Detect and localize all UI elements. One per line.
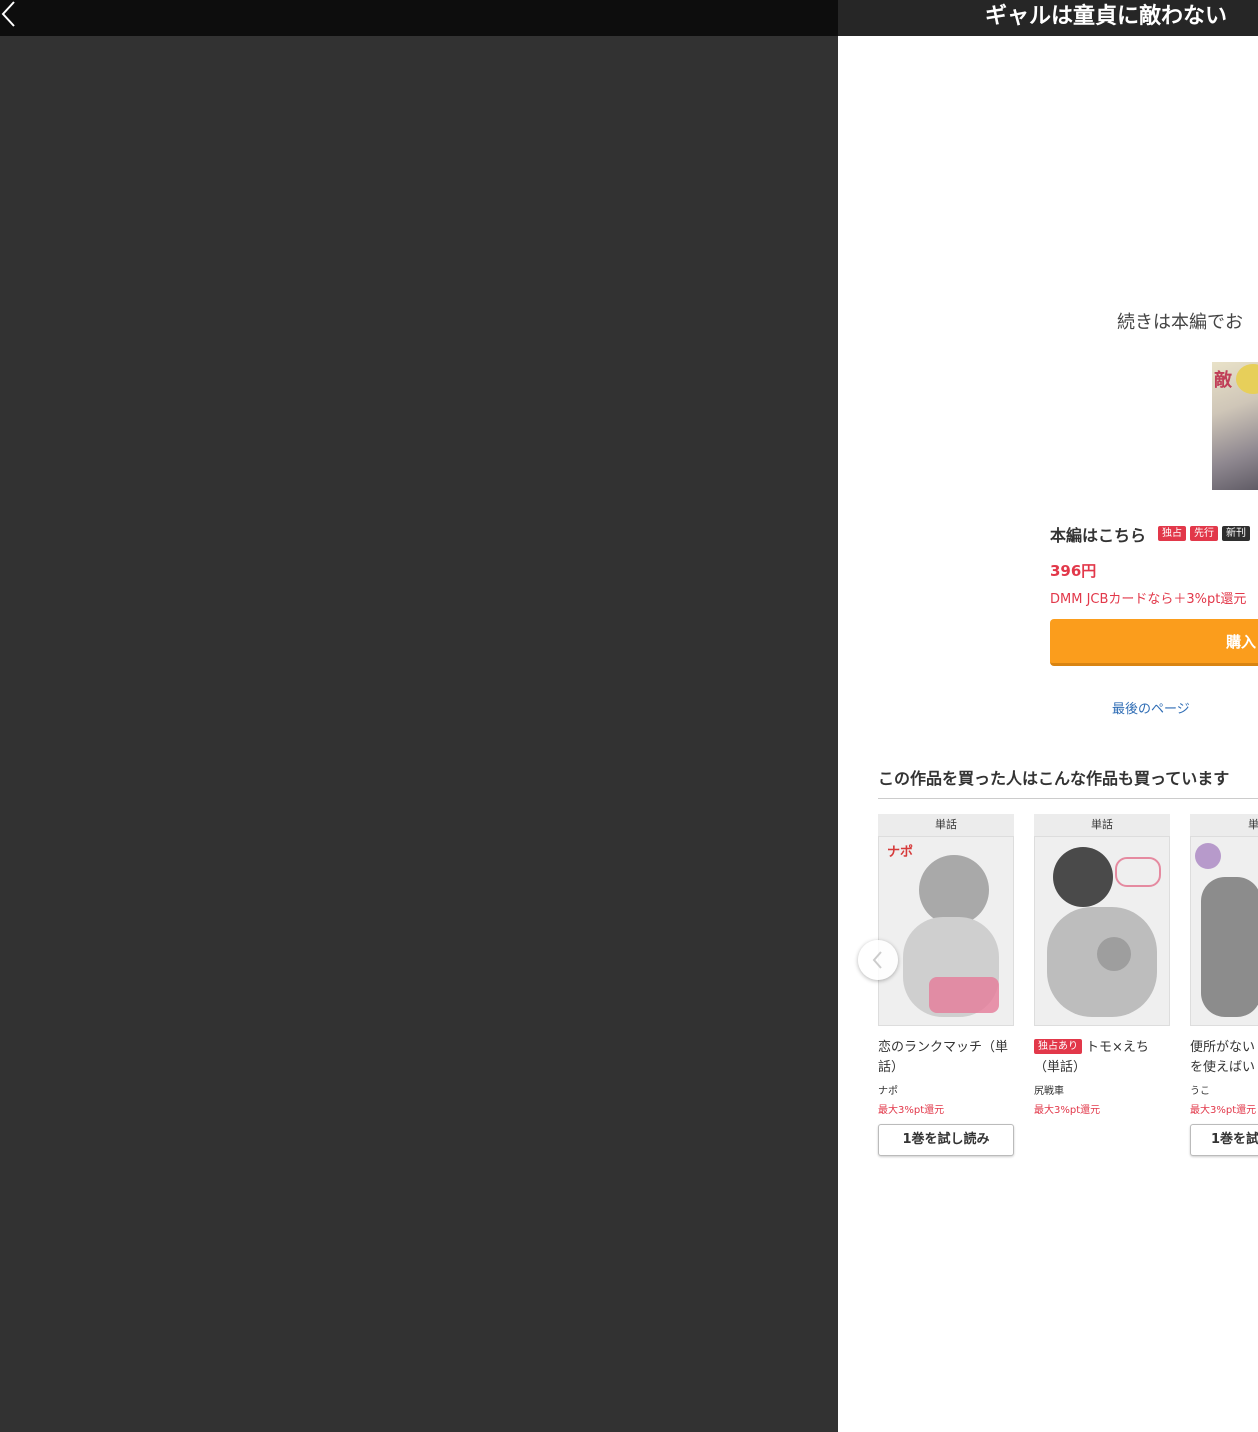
- cover-art: [1236, 364, 1258, 394]
- continue-message: 続きは本編でお: [1117, 312, 1243, 333]
- recommendation-card[interactable]: 単 便所がないを使えばい うこ 最大3%pt還元 1巻を試: [1190, 814, 1258, 1156]
- buy-button[interactable]: 購入: [1050, 619, 1258, 666]
- trial-read-button[interactable]: 1巻を試し読み: [878, 1124, 1014, 1156]
- card-author[interactable]: うこ: [1190, 1082, 1258, 1097]
- card-title[interactable]: 独占あり トモ×えち（単話）: [1034, 1038, 1170, 1078]
- last-page-link[interactable]: 最後のページ: [1112, 698, 1190, 717]
- back-button[interactable]: [0, 0, 24, 30]
- card-tag: 単話: [878, 814, 1014, 836]
- card-author[interactable]: 尻戦車: [1034, 1082, 1170, 1097]
- page-title: ギャルは童貞に敵わない: [985, 4, 1228, 29]
- chevron-left-icon: [1, 1, 15, 27]
- recommendation-card[interactable]: 単話 独占あり トモ×えち（単話） 尻戦車 最大3%pt還元: [1034, 814, 1170, 1116]
- card-point: 最大3%pt還元: [1034, 1105, 1101, 1116]
- cover-title-char: 敵: [1214, 370, 1232, 391]
- cover-author-mark: ナポ: [887, 845, 914, 860]
- recommendations-title: この作品を買った人はこんな作品も買っています: [878, 769, 1230, 788]
- chevron-left-icon: [872, 951, 882, 969]
- card-title[interactable]: 便所がないを使えばい: [1190, 1038, 1258, 1078]
- viewer-toolbar: [0, 0, 838, 36]
- main-volume-label: 本編はこちら: [1050, 526, 1147, 545]
- exclusive-badge: 独占あり: [1034, 1039, 1082, 1054]
- card-tag: 単: [1190, 814, 1258, 836]
- carousel-prev-button[interactable]: [858, 940, 898, 980]
- early-release-badge: 先行: [1190, 526, 1218, 541]
- exclusive-badge: 独占: [1158, 526, 1186, 541]
- title-bar: ギャルは童貞に敵わない: [838, 0, 1258, 36]
- recommendations-divider: [878, 798, 1258, 799]
- cover-art: [919, 855, 989, 925]
- card-title[interactable]: 恋のランクマッチ（単話）: [878, 1038, 1014, 1078]
- card-cover[interactable]: [1034, 836, 1170, 1026]
- card-tag: 単話: [1034, 814, 1170, 836]
- card-cover[interactable]: ナポ: [878, 836, 1014, 1026]
- card-point: 最大3%pt還元: [878, 1105, 945, 1116]
- point-note: DMM JCBカードなら＋3%pt還元: [1050, 592, 1247, 607]
- trial-read-button[interactable]: 1巻を試: [1190, 1124, 1258, 1156]
- recommendation-card[interactable]: 単話 ナポ 恋のランクマッチ（単話） ナポ 最大3%pt還元 1巻を試し読み: [878, 814, 1014, 1156]
- price: 396円: [1050, 562, 1097, 580]
- viewer-page-blank: [0, 36, 838, 1432]
- cover-art: [1053, 847, 1113, 907]
- cover-art: [1195, 843, 1221, 869]
- end-page-panel: ギャルは童貞に敵わない 続きは本編でお 敵 本編はこちら 独占 先行 新刊 39…: [838, 0, 1258, 1432]
- buy-label: 購入: [1226, 633, 1257, 651]
- card-point: 最大3%pt還元: [1190, 1105, 1257, 1116]
- card-author[interactable]: ナポ: [878, 1082, 1014, 1097]
- card-cover[interactable]: [1190, 836, 1258, 1026]
- new-release-badge: 新刊: [1222, 526, 1250, 541]
- main-volume-cover[interactable]: 敵: [1212, 362, 1258, 490]
